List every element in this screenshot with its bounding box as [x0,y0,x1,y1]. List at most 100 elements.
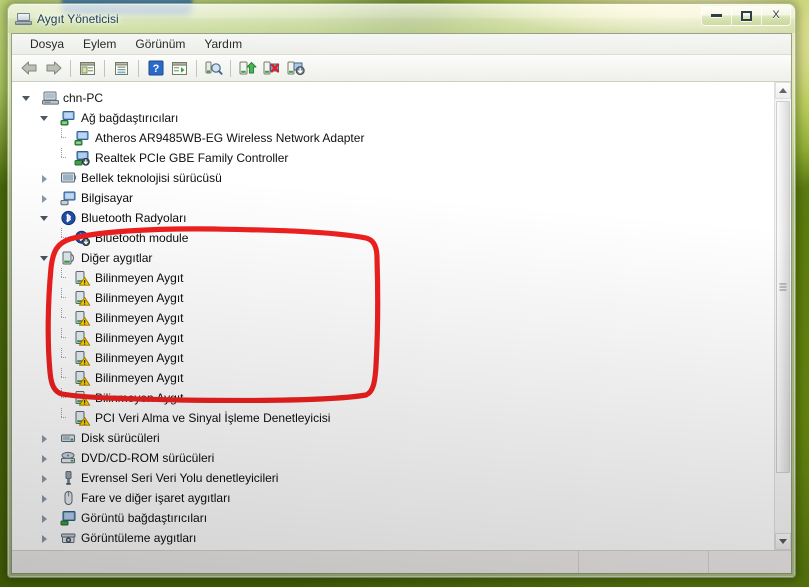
tree-node-label: Bilinmeyen Aygıt [95,371,184,385]
tree-line [51,468,60,488]
tree-row-other-devices[interactable]: Diğer aygıtlar [12,248,774,268]
tree-node-label: Bilinmeyen Aygıt [95,391,184,405]
menu-yardim[interactable]: Yardım [195,35,252,54]
maximize-button[interactable] [731,5,761,26]
properties-button[interactable] [110,57,133,80]
expand-collapse-icon[interactable] [21,93,32,104]
scrollbar-thumb[interactable] [776,101,790,473]
mouse-icon [60,490,77,506]
tree-line [51,208,60,228]
close-button[interactable]: X [761,5,791,26]
tree-row-realtek-adapter[interactable]: Realtek PCIe GBE Family Controller [12,148,774,168]
tree-node-label: Bluetooth module [95,231,189,245]
uninstall-device-button[interactable] [260,57,283,80]
device-manager-icon [15,11,32,27]
minimize-button[interactable] [701,5,731,26]
update-driver-icon [239,61,257,75]
menu-dosya[interactable]: Dosya [21,35,74,54]
expand-collapse-icon[interactable] [39,493,50,504]
menubar: Dosya Eylem Görünüm Yardım [12,34,791,55]
tree-row-usb-controllers[interactable]: Evrensel Seri Veri Yolu denetleyicileri [12,468,774,488]
tree-line [57,148,67,168]
help-button[interactable]: ? [144,57,167,80]
tree-node-label: DVD/CD-ROM sürücüleri [81,451,215,465]
back-button[interactable] [18,57,41,80]
tree-node-label: Bilgisayar [81,191,134,205]
scrollbar-track[interactable] [775,99,791,533]
menu-gorunum[interactable]: Görünüm [126,35,195,54]
tree-row-atheros-adapter[interactable]: Atheros AR9485WB-EG Wireless Network Ada… [12,128,774,148]
status-pane-3 [709,551,791,573]
tree-row-unknown-device[interactable]: Bilinmeyen Aygıt [12,308,774,328]
tree-row-unknown-device[interactable]: Bilinmeyen Aygıt [12,268,774,288]
disable-device-icon [287,61,305,76]
tree-row-display-adapters[interactable]: Görüntü bağdaştırıcıları [12,508,774,528]
tree-row-bluetooth-radios[interactable]: Bluetooth Radyoları [12,208,774,228]
scroll-up-arrow[interactable] [775,82,791,99]
scan-for-hardware-changes-button[interactable] [202,57,225,80]
expand-collapse-icon[interactable] [39,533,50,544]
tree-line [51,448,60,468]
tree-line [51,248,60,268]
tree-line [51,108,60,128]
window-titlebar[interactable]: Aygıt Yöneticisi X [8,4,795,33]
uninstall-device-icon [263,61,280,75]
device-tree[interactable]: chn-PC Ağ bağdaştırıcıları Atheros AR948… [12,82,774,550]
scroll-down-arrow[interactable] [775,533,791,550]
tree-node-label: Bilinmeyen Aygıt [95,331,184,345]
expand-collapse-icon[interactable] [39,453,50,464]
tree-row-unknown-device[interactable]: Bilinmeyen Aygıt [12,328,774,348]
toolbar-separator [138,59,139,77]
tree-row-bluetooth-module[interactable]: Bluetooth module [12,228,774,248]
tree-row-ide-controllers[interactable]: IDE ATA/ATAPI denetleyiciler [12,548,774,550]
tree-line [57,268,67,288]
display-adapter-icon [60,510,77,526]
unknown-device-warning-icon [74,410,91,426]
update-driver-button[interactable] [236,57,259,80]
tree-node-label: Evrensel Seri Veri Yolu denetleyicileri [81,471,279,485]
tree-node-label: Görüntü bağdaştırıcıları [81,511,208,525]
tree-row-computer-category[interactable]: Bilgisayar [12,188,774,208]
tree-row-unknown-device[interactable]: Bilinmeyen Aygıt [12,388,774,408]
tree-node-label: Bellek teknolojisi sürücüsü [81,171,222,185]
show-hide-console-tree-button[interactable] [76,57,99,80]
unknown-device-warning-icon [74,350,91,366]
tree-row-unknown-device[interactable]: Bilinmeyen Aygıt [12,368,774,388]
expand-collapse-icon[interactable] [39,213,50,224]
bluetooth-icon [60,210,77,226]
vertical-scrollbar[interactable] [774,82,791,550]
disable-device-button[interactable] [284,57,307,80]
svg-text:?: ? [152,63,159,75]
expand-collapse-icon[interactable] [39,173,50,184]
expand-collapse-icon[interactable] [39,513,50,524]
titlebar-glow [8,4,795,33]
tree-line [57,348,67,368]
expand-collapse-icon[interactable] [39,113,50,124]
tree-line [57,408,67,428]
forward-button[interactable] [42,57,65,80]
imaging-device-icon [60,530,77,546]
tree-row-unknown-device[interactable]: Bilinmeyen Aygıt [12,288,774,308]
expand-collapse-icon[interactable] [39,473,50,484]
expand-collapse-icon[interactable] [39,193,50,204]
tree-row-disk-drives[interactable]: Disk sürücüleri [12,428,774,448]
tree-line [57,288,67,308]
tree-row-pci-data-controller[interactable]: PCI Veri Alma ve Sinyal İşleme Denetleyi… [12,408,774,428]
tree-row-imaging-devices[interactable]: Görüntüleme aygıtları [12,528,774,548]
window-title: Aygıt Yöneticisi [37,11,119,26]
tree-row-network-adapters[interactable]: Ağ bağdaştırıcıları [12,108,774,128]
tree-line [51,428,60,448]
expand-collapse-icon[interactable] [39,433,50,444]
network-device-icon [74,130,91,146]
tree-row-memory-technology[interactable]: Bellek teknolojisi sürücüsü [12,168,774,188]
menu-eylem[interactable]: Eylem [74,35,126,54]
expand-collapse-icon[interactable] [39,253,50,264]
disk-drive-icon [60,430,77,446]
tree-row-mice[interactable]: Fare ve diğer işaret aygıtları [12,488,774,508]
tree-row-unknown-device[interactable]: Bilinmeyen Aygıt [12,348,774,368]
tree-row-dvd-drives[interactable]: DVD/CD-ROM sürücüleri [12,448,774,468]
show-hide-action-pane-button[interactable] [168,57,191,80]
tree-node-label: IDE ATA/ATAPI denetleyiciler [81,548,235,550]
tree-row-computer[interactable]: chn-PC [12,88,774,108]
tree-line [51,508,60,528]
